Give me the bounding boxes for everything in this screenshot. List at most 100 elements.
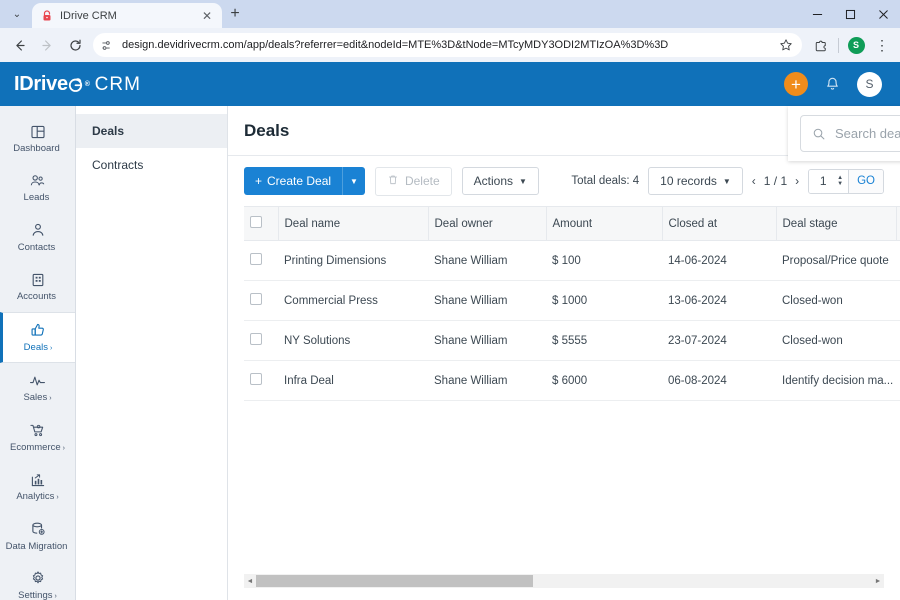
table-row[interactable]: Commercial Press Shane William $ 1000 13… — [244, 280, 900, 321]
dashboard-icon — [30, 123, 46, 140]
row-select-cell — [244, 360, 278, 401]
select-all-checkbox[interactable] — [250, 216, 262, 228]
address-bar[interactable]: design.devidrivecrm.com/app/deals?referr… — [93, 33, 802, 57]
cell-deal-stage: Proposal/Price quote — [776, 240, 900, 281]
create-plus-icon: + — [255, 174, 263, 188]
page-number-input[interactable] — [809, 169, 838, 193]
cell-amount: $ 100 — [546, 240, 662, 281]
cell-deal-name[interactable]: NY Solutions — [278, 320, 428, 361]
column-header-deal-owner[interactable]: Deal owner — [428, 206, 547, 241]
sidebar-item-accounts[interactable]: Accounts — [0, 262, 75, 311]
scrollbar-thumb[interactable] — [256, 575, 534, 587]
sidebar-item-sales[interactable]: Sales › — [0, 363, 75, 412]
subnav-item-deals[interactable]: Deals — [76, 114, 227, 148]
cell-closed-at: 14-06-2024 — [662, 240, 776, 281]
new-tab-button[interactable]: + — [222, 1, 248, 27]
row-checkbox[interactable] — [250, 333, 262, 345]
search-box[interactable] — [800, 115, 900, 152]
window-maximize-button[interactable] — [834, 0, 867, 28]
create-deal-dropdown-button[interactable]: ▼ — [342, 167, 365, 195]
row-checkbox[interactable] — [250, 373, 262, 385]
table-row[interactable]: Printing Dimensions Shane William $ 100 … — [244, 240, 900, 281]
go-button[interactable]: GO — [848, 169, 883, 193]
cell-amount: $ 1000 — [546, 280, 662, 321]
cell-deal-owner: Shane William — [428, 320, 546, 361]
cell-closed-at: 13-06-2024 — [662, 280, 776, 321]
create-deal-label: Create Deal — [267, 174, 332, 188]
sidebar-item-analytics[interactable]: Analytics › — [0, 462, 75, 511]
crm-body: Dashboard Leads Contacts Accounts Deals … — [0, 106, 900, 600]
cell-deal-name[interactable]: Infra Deal — [278, 360, 428, 401]
site-settings-icon[interactable] — [101, 39, 115, 52]
chrome-menu-icon[interactable]: ⋮ — [870, 33, 894, 57]
total-deals-label: Total deals: 4 — [571, 175, 640, 187]
row-checkbox[interactable] — [250, 293, 262, 305]
chrome-profile-initial: S — [847, 36, 865, 54]
search-input[interactable] — [835, 126, 900, 141]
sidebar-item-ecommerce[interactable]: Ecommerce › — [0, 413, 75, 462]
crm-header-actions: + S — [784, 71, 882, 97]
scroll-left-arrow-icon[interactable]: ◄ — [244, 578, 256, 585]
scrollbar-track[interactable] — [256, 574, 872, 588]
user-avatar[interactable]: S — [857, 71, 882, 97]
notifications-bell-icon[interactable] — [824, 76, 841, 93]
table-row[interactable]: Infra Deal Shane William $ 6000 06-08-20… — [244, 360, 900, 401]
subnav-item-contracts[interactable]: Contracts — [76, 148, 227, 182]
window-controls — [801, 0, 900, 28]
reload-button[interactable] — [62, 32, 88, 58]
records-label: 10 records — [660, 174, 717, 188]
create-deal-button[interactable]: + Create Deal — [244, 167, 343, 195]
cell-amount: $ 6000 — [546, 360, 662, 401]
back-button[interactable] — [6, 32, 32, 58]
idrive-crm-logo[interactable]: IDrive ® CRM — [14, 73, 141, 96]
tab-search-chevron-icon[interactable]: ⌄ — [4, 1, 30, 27]
column-header-deal-name[interactable]: Deal name — [278, 206, 429, 241]
cell-deal-name[interactable]: Commercial Press — [278, 280, 428, 321]
column-header-deal-stage[interactable]: Deal stage — [776, 206, 897, 241]
next-page-button[interactable]: › — [795, 174, 799, 188]
sidebar-item-leads[interactable]: Leads — [0, 163, 75, 212]
search-icon — [812, 127, 826, 141]
row-checkbox[interactable] — [250, 253, 262, 265]
sidebar-item-dashboard[interactable]: Dashboard — [0, 114, 75, 163]
browser-tab[interactable]: IDrive CRM ✕ — [32, 3, 222, 28]
page-jump-control: ▲ ▼ GO — [808, 168, 884, 194]
deals-table-body: Printing Dimensions Shane William $ 100 … — [244, 240, 900, 401]
chrome-profile-avatar[interactable]: S — [844, 33, 868, 57]
sidebar-item-settings[interactable]: Settings › — [0, 561, 75, 600]
extensions-puzzle-icon[interactable] — [809, 33, 833, 57]
sidebar-item-deals[interactable]: Deals › — [0, 311, 75, 364]
records-per-page-dropdown[interactable]: 10 records ▼ — [648, 167, 743, 195]
chevron-down-icon: ▼ — [722, 176, 731, 186]
deals-table: Deal name Deal owner Amount Closed at De… — [244, 206, 900, 401]
page-navigator: ‹ 1 / 1 › — [752, 174, 799, 188]
prev-page-button[interactable]: ‹ — [752, 174, 756, 188]
page-stepper[interactable]: ▲ ▼ — [837, 170, 848, 193]
sidebar-item-contacts[interactable]: Contacts — [0, 213, 75, 262]
scroll-right-arrow-icon[interactable]: ► — [872, 578, 884, 585]
tab-close-icon[interactable]: ✕ — [200, 10, 214, 22]
horizontal-scrollbar[interactable]: ◄ ► — [244, 574, 884, 588]
cell-deal-name[interactable]: Printing Dimensions — [278, 240, 428, 281]
sidebar-label: Accounts — [16, 291, 57, 303]
table-row[interactable]: NY Solutions Shane William $ 5555 23-07-… — [244, 320, 900, 361]
actions-dropdown-button[interactable]: Actions ▼ — [461, 167, 539, 195]
chevron-down-icon: ▼ — [519, 176, 527, 186]
table-header-row: Deal name Deal owner Amount Closed at De… — [244, 206, 900, 241]
logo-registered-mark: ® — [84, 80, 90, 88]
total-deals-count: 4 — [632, 175, 640, 187]
window-close-button[interactable] — [867, 0, 900, 28]
add-new-button[interactable]: + — [784, 72, 808, 96]
sidebar-item-data-migration[interactable]: Data Migration — [0, 512, 75, 561]
delete-label: Delete — [404, 174, 440, 188]
stepper-down-icon[interactable]: ▼ — [837, 181, 843, 187]
column-header-amount[interactable]: Amount — [546, 206, 663, 241]
cell-closed-at: 23-07-2024 — [662, 320, 776, 361]
trash-icon — [387, 174, 399, 189]
leads-icon — [29, 172, 46, 189]
sidebar-label: Dashboard — [13, 143, 60, 154]
column-header-closed-at[interactable]: Closed at — [662, 206, 777, 241]
window-minimize-button[interactable] — [801, 0, 834, 28]
bookmark-star-icon[interactable] — [778, 38, 794, 52]
stepper-up-icon[interactable]: ▲ — [837, 175, 843, 181]
